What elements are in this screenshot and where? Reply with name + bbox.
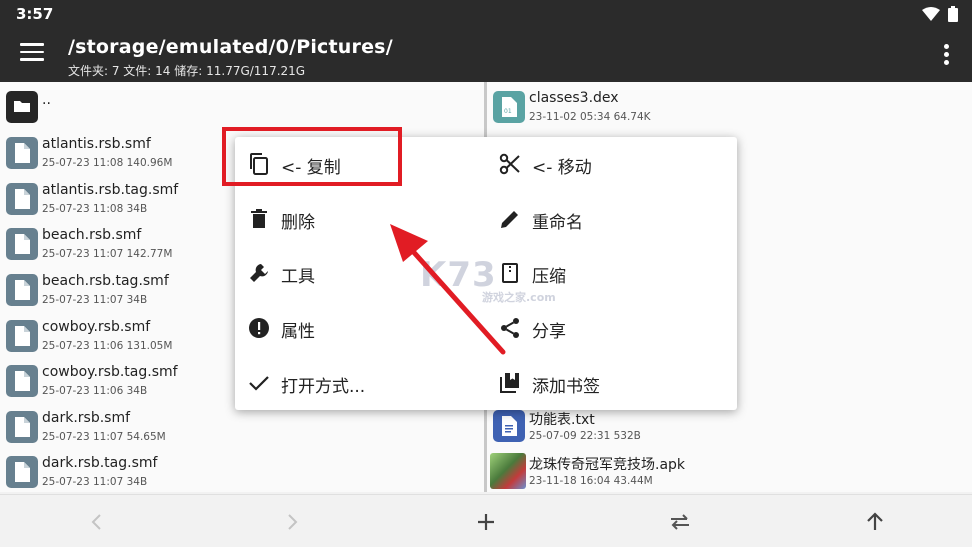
status-bar: 3:57 — [0, 0, 972, 28]
trash-icon — [251, 209, 267, 228]
file-name: beach.rsb.tag.smf — [42, 273, 169, 289]
swap-panes-icon[interactable] — [667, 509, 693, 535]
file-name: atlantis.rsb.smf — [42, 136, 151, 152]
file-icon — [6, 456, 38, 488]
file-meta: 25-07-09 22:31 532B — [529, 430, 641, 442]
forward-chevron-icon[interactable] — [279, 509, 305, 535]
menu-label-tools: 工具 — [281, 267, 315, 287]
menu-item-delete[interactable]: 删除 — [235, 192, 485, 246]
scissors-icon — [499, 153, 520, 175]
file-meta: 25-07-23 11:07 34B — [42, 294, 148, 306]
checkmark-icon — [249, 376, 269, 391]
back-chevron-icon[interactable] — [84, 509, 110, 535]
menu-label-properties: 属性 — [281, 322, 315, 342]
menu-item-share[interactable]: 分享 — [486, 301, 736, 355]
file-row[interactable]: dark.rsb.smf 25-07-23 11:07 54.65M — [0, 406, 484, 450]
menu-item-rename[interactable]: 重命名 — [486, 192, 736, 246]
app-bar: /storage/emulated/0/Pictures/ 文件夹: 7 文件:… — [0, 28, 972, 82]
system-icons — [922, 6, 958, 22]
share-icon — [501, 318, 519, 338]
file-meta: 25-07-23 11:06 34B — [42, 385, 148, 397]
wifi-icon — [922, 7, 940, 21]
file-icon — [6, 274, 38, 306]
file-name: cowboy.rsb.smf — [42, 319, 151, 335]
status-time: 3:57 — [16, 5, 54, 23]
watermark-sub: 游戏之家 — [482, 291, 526, 304]
svg-text:01: 01 — [504, 108, 512, 115]
menu-item-move[interactable]: <- 移动 — [486, 137, 736, 191]
file-name: dark.rsb.tag.smf — [42, 455, 158, 471]
watermark-subtitle: 游戏之家.com — [482, 289, 556, 305]
menu-label-open-with: 打开方式... — [281, 377, 366, 397]
txt-file-icon — [493, 410, 525, 442]
file-row[interactable]: 功能表.txt 25-07-09 22:31 532B — [487, 405, 972, 449]
menu-label-share: 分享 — [532, 322, 566, 342]
file-name: atlantis.rsb.tag.smf — [42, 182, 179, 198]
battery-icon — [948, 6, 958, 22]
folder-icon — [6, 91, 38, 123]
dex-file-icon: 01 — [493, 91, 525, 123]
menu-item-open-with[interactable]: 打开方式... — [235, 356, 485, 410]
menu-item-properties[interactable]: 属性 — [235, 301, 485, 355]
file-icon — [6, 137, 38, 169]
watermark-domain: .com — [526, 291, 556, 304]
file-meta: 25-07-23 11:08 140.96M — [42, 157, 173, 169]
menu-label-rename: 重命名 — [532, 213, 583, 233]
menu-item-add-bookmark[interactable]: 添加书签 — [486, 356, 736, 410]
menu-label-add-bookmark: 添加书签 — [532, 377, 600, 397]
wrench-icon — [250, 264, 268, 282]
file-meta: 25-07-23 11:08 34B — [42, 203, 148, 215]
hamburger-menu-icon[interactable] — [20, 43, 44, 65]
add-icon[interactable] — [473, 509, 499, 535]
menu-label-delete: 删除 — [281, 213, 315, 233]
file-row[interactable]: dark.rsb.tag.smf 25-07-23 11:07 34B — [0, 451, 484, 492]
pencil-icon — [501, 211, 518, 228]
bookmark-icon — [500, 373, 519, 393]
watermark: K73 游戏之家.com — [420, 255, 556, 305]
file-icon — [6, 228, 38, 260]
file-icon — [6, 411, 38, 443]
overflow-menu-icon[interactable] — [944, 44, 950, 66]
file-meta: 25-07-23 11:07 34B — [42, 476, 148, 488]
file-meta: 25-07-23 11:07 142.77M — [42, 248, 173, 260]
up-arrow-icon[interactable] — [862, 509, 888, 535]
file-icon — [6, 183, 38, 215]
file-name: 龙珠传奇冠军竞技场.apk — [529, 457, 686, 473]
menu-label-move: <- 移动 — [532, 158, 592, 178]
parent-directory-row[interactable]: .. — [0, 86, 484, 130]
file-row[interactable]: 01 classes3.dex 23-11-02 05:34 64.74K — [487, 86, 972, 130]
file-meta: 23-11-18 16:04 43.44M — [529, 475, 653, 487]
copy-highlight-box — [222, 127, 402, 186]
file-icon — [6, 320, 38, 352]
info-icon — [249, 318, 269, 338]
bottom-toolbar — [0, 494, 972, 547]
file-name: 功能表.txt — [529, 412, 595, 428]
file-meta: 25-07-23 11:06 131.05M — [42, 340, 173, 352]
parent-directory-label: .. — [42, 92, 51, 108]
file-name: cowboy.rsb.tag.smf — [42, 364, 178, 380]
storage-summary: 文件夹: 7 文件: 14 储存: 11.77G/117.21G — [68, 64, 306, 78]
file-name: beach.rsb.smf — [42, 227, 142, 243]
file-meta: 23-11-02 05:34 64.74K — [529, 111, 651, 123]
current-path: /storage/emulated/0/Pictures/ — [68, 36, 393, 58]
file-name: dark.rsb.smf — [42, 410, 131, 426]
file-icon — [6, 365, 38, 397]
file-row[interactable]: 龙珠传奇冠军竞技场.apk 23-11-18 16:04 43.44M — [487, 450, 972, 492]
apk-file-icon — [490, 453, 526, 489]
file-name: classes3.dex — [529, 90, 619, 106]
file-meta: 25-07-23 11:07 54.65M — [42, 431, 166, 443]
